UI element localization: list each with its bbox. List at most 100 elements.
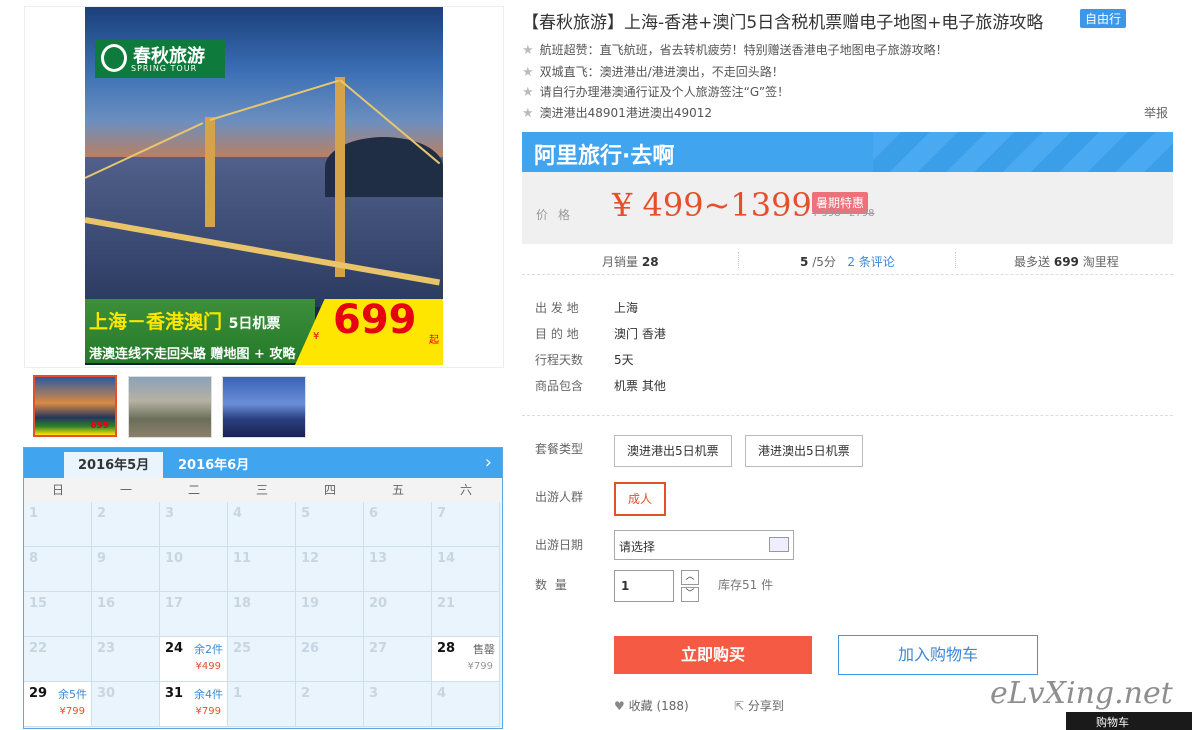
- date-picker-input[interactable]: 请选择: [614, 530, 794, 560]
- day-number: 19: [301, 596, 320, 611]
- original-price: ¥ 998~2798: [812, 208, 875, 219]
- day-number: 27: [369, 641, 388, 656]
- feature-text: 双城直飞：澳进港出/港进澳出，不走回头路！: [539, 65, 784, 79]
- package-label: 套餐类型: [535, 442, 584, 456]
- day-number: 21: [437, 596, 456, 611]
- calendar-next-icon[interactable]: ›: [485, 452, 492, 473]
- calendar-day-cell: 9: [92, 547, 160, 592]
- bridge-cable: [209, 79, 340, 121]
- calendar-day-cell: 30: [92, 682, 160, 727]
- rating: 5 /5分 2 条评论: [800, 253, 895, 270]
- feature-text: 航班超赞：直飞航班，省去转机疲劳！特别赠送香港电子地图电子旅游攻略！: [539, 43, 948, 57]
- calendar-icon[interactable]: [769, 537, 789, 552]
- day-number: 17: [165, 596, 184, 611]
- info-label-destination: 目 的 地: [535, 327, 579, 341]
- share-button[interactable]: ⇱ 分享到: [734, 697, 784, 714]
- quantity-label: 数 量: [535, 578, 569, 592]
- quantity-decrease-button[interactable]: ﹀: [681, 587, 699, 602]
- price-box: 价格 ¥ 499~1399 暑期特惠 ¥ 998~2798: [522, 172, 1173, 244]
- reviews-link[interactable]: 2 条评论: [847, 255, 894, 269]
- thumbnail-2[interactable]: [128, 376, 212, 438]
- calendar-day-cell: 15: [24, 592, 92, 637]
- sales-value: 28: [641, 255, 659, 269]
- star-icon: ★: [522, 85, 534, 100]
- score-unit: /5分: [812, 255, 836, 269]
- group-option-adult[interactable]: 成人: [614, 482, 667, 516]
- divider: [738, 252, 740, 268]
- weekday-label: 日: [51, 483, 64, 497]
- stats-row: 月销量 28 5 /5分 2 条评论 最多送 699 淘里程: [522, 248, 1173, 275]
- day-number: 26: [301, 641, 320, 656]
- day-number: 16: [97, 596, 116, 611]
- package-option-hk-in[interactable]: 港进澳出5日机票: [745, 435, 863, 467]
- divider: [955, 252, 957, 268]
- day-number: 6: [369, 506, 379, 521]
- add-to-cart-button[interactable]: 加入购物车: [838, 635, 1038, 675]
- day-number: 1: [29, 506, 39, 521]
- quantity-increase-button[interactable]: ︿: [681, 570, 699, 585]
- weekday-label: 三: [255, 483, 268, 497]
- favorite-button[interactable]: ♥ 收藏 (188): [614, 697, 689, 714]
- package-option-macau-in[interactable]: 澳进港出5日机票: [614, 435, 732, 467]
- star-icon: ★: [522, 43, 534, 58]
- calendar-tab-may[interactable]: 2016年5月: [64, 452, 164, 478]
- cart-corner-label: 购物车: [1096, 716, 1129, 729]
- favorite-label: 收藏: [628, 699, 653, 713]
- day-number: 4: [233, 506, 243, 521]
- weekday-row: 日 一 二 三 四 五 六: [24, 478, 502, 502]
- cart-corner-bar[interactable]: 购物车: [1066, 712, 1192, 730]
- calendar-tab-june[interactable]: 2016年6月: [164, 452, 263, 478]
- bridge-photo: 春秋旅游 SPRING TOUR 上海－香港澳门 5日机票 港澳连线不走回头路 …: [85, 7, 443, 365]
- info-value-includes: 机票 其他: [614, 379, 666, 393]
- weekday-label: 五: [391, 483, 404, 497]
- feature-line: ★ 双城直飞：澳进港出/港进澳出，不走回头路！: [522, 63, 784, 80]
- free-travel-badge: 自由行: [1080, 9, 1127, 28]
- thumbnail-1[interactable]: 699: [33, 375, 117, 437]
- section-divider: [522, 415, 1173, 416]
- day-number: 18: [233, 596, 252, 611]
- calendar-day-cell: 18: [228, 592, 296, 637]
- score-value: 5: [800, 255, 809, 269]
- banner-qi: 起: [429, 335, 439, 346]
- calendar-day-cell: 26: [296, 637, 364, 682]
- banner-title: 上海－香港澳门 5日机票: [89, 307, 280, 334]
- banner-title-main: 上海－香港澳门: [89, 311, 223, 333]
- report-link[interactable]: 举报: [1144, 104, 1168, 121]
- calendar-day-cell: 4: [228, 502, 296, 547]
- calendar-day-cell: 12: [296, 547, 364, 592]
- feature-line: ★ 请自行办理港澳通行证及个人旅游签注“G”签！: [522, 83, 789, 100]
- day-number: 22: [29, 641, 48, 656]
- calendar-day-cell: 22: [24, 637, 92, 682]
- buy-now-button[interactable]: 立即购买: [614, 636, 812, 674]
- spring-tour-logo: 春秋旅游 SPRING TOUR: [95, 40, 225, 78]
- calendar-day-cell[interactable]: 31 余4件 ¥799: [160, 682, 228, 727]
- thumbnail-3[interactable]: [222, 376, 306, 438]
- mileage: 最多送 699 淘里程: [1014, 253, 1119, 270]
- calendar-day-cell: 10: [160, 547, 228, 592]
- heart-icon: ♥: [614, 699, 625, 713]
- day-number: 7: [437, 506, 447, 521]
- quantity-input[interactable]: 1: [614, 570, 674, 602]
- info-label-includes: 商品包含: [535, 379, 584, 393]
- alitrip-banner-text: 阿里旅行·去啊: [534, 144, 675, 169]
- price-range: ¥ 499~1399: [612, 186, 812, 224]
- day-number: 13: [369, 551, 388, 566]
- calendar-day-cell[interactable]: 29 余5件 ¥799: [24, 682, 92, 727]
- calendar-day-cell[interactable]: 24 余2件 ¥499: [160, 637, 228, 682]
- favorite-count: (188): [656, 699, 689, 713]
- stock-text: 库存51 件: [718, 578, 774, 592]
- calendar-day-cell: 1: [228, 682, 296, 727]
- banner-price: 699: [333, 297, 417, 343]
- weekday-label: 二: [187, 483, 200, 497]
- day-number: 15: [29, 596, 48, 611]
- calendar-day-cell: 19: [296, 592, 364, 637]
- day-price: ¥799: [467, 661, 493, 672]
- sales-label: 月销量: [602, 255, 639, 269]
- calendar-grid: 1 2 3 4 5 6 7 8 9 10 11 12 13 14 15 16 17 18 19 20 21 22 23 24 余…: [24, 502, 502, 728]
- calendar-day-cell[interactable]: 28 售罄 ¥799: [432, 637, 500, 682]
- day-number: 30: [97, 686, 116, 701]
- star-icon: ★: [522, 106, 534, 121]
- info-value-days: 5天: [614, 353, 634, 367]
- calendar-day-cell: 2: [296, 682, 364, 727]
- date-placeholder: 请选择: [619, 540, 656, 554]
